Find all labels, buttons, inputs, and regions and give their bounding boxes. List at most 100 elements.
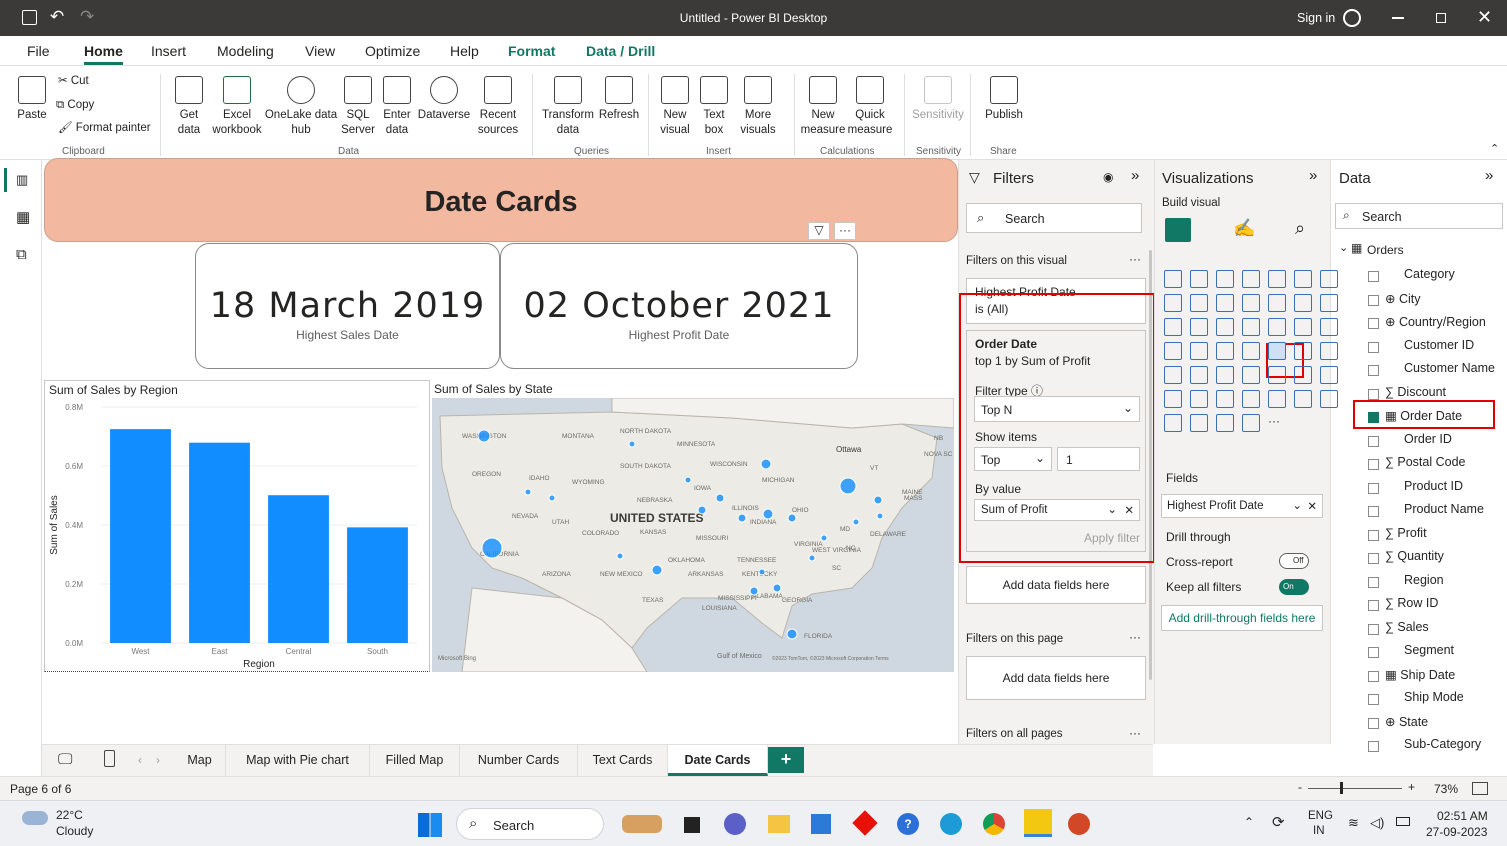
viz-type-icon[interactable] [1268,294,1286,312]
field-checkbox[interactable] [1368,529,1379,541]
fields-well[interactable]: Highest Profit Date ⌄ ✕ [1161,494,1323,518]
map-bubble[interactable] [524,488,532,496]
viz-type-icon[interactable] [1320,342,1338,360]
field-region[interactable]: Region [1404,573,1444,587]
field-product-id[interactable]: Product ID [1404,479,1463,493]
field-sub-category[interactable]: Sub-Category [1404,737,1481,751]
map-bubble[interactable] [873,495,883,505]
viz-type-icon[interactable] [1216,342,1234,360]
field-order-id[interactable]: Order ID [1404,432,1452,446]
tab-text-cards[interactable]: Text Cards [578,745,668,776]
viz-type-icon[interactable] [1164,366,1182,384]
app-icon-2[interactable] [684,817,700,833]
cross-report-toggle[interactable]: Off [1279,553,1309,569]
dataverse-button[interactable]: Dataverse [416,76,472,123]
quick-measure-button[interactable]: Quick measure [846,76,894,138]
field-customer-id[interactable]: Customer ID [1404,338,1474,352]
tab-filled-map[interactable]: Filled Map [370,745,460,776]
language-2[interactable]: IN [1313,825,1325,837]
field-ship-date[interactable]: ▦ Ship Date [1385,667,1455,682]
field-checkbox[interactable] [1368,576,1379,588]
store-icon[interactable] [811,814,831,834]
tab-map[interactable]: Map [174,745,226,776]
viz-type-icon[interactable] [1242,414,1260,432]
field-category[interactable]: Category [1404,267,1455,281]
add-page-button[interactable]: + [768,747,804,773]
field-profit[interactable]: ∑ Profit [1385,526,1427,540]
close-icon[interactable]: ✕ [1477,7,1492,28]
map-bubble[interactable] [839,477,857,495]
restore-icon[interactable] [1436,13,1446,23]
highest-profit-card[interactable]: 02 October 2021 Highest Profit Date [500,243,858,369]
zoom-slider[interactable] [1308,788,1402,789]
viz-type-icon[interactable] [1190,366,1208,384]
field-checkbox[interactable] [1368,435,1379,447]
viz-type-icon[interactable] [1242,342,1260,360]
map-bubble[interactable] [616,552,624,560]
map-bubble[interactable] [481,537,503,559]
tray-chevron-icon[interactable]: ⌃ [1244,815,1254,829]
menu-optimize[interactable]: Optimize [365,43,420,59]
eye-icon[interactable]: ◉ [1103,170,1113,184]
more-options-icon[interactable]: ··· [834,222,856,240]
sensitivity-button[interactable]: Sensitivity [910,76,966,123]
viz-type-icon[interactable] [1190,342,1208,360]
map-bubble[interactable] [852,518,860,526]
field-checkbox[interactable] [1368,459,1379,470]
wifi-icon[interactable]: ≋ [1348,815,1359,831]
battery-icon[interactable] [1396,817,1410,826]
map-bubble[interactable] [684,476,692,484]
field-sales[interactable]: ∑ Sales [1385,620,1429,634]
report-view-icon[interactable] [4,168,7,192]
edge-icon[interactable] [940,813,962,835]
field-checkbox[interactable] [1368,412,1379,423]
menu-insert[interactable]: Insert [151,43,186,59]
map-bubble[interactable] [651,564,663,576]
field-checkbox[interactable] [1368,318,1379,329]
field-row-id[interactable]: ∑ Row ID [1385,596,1438,610]
format-visual-icon[interactable]: ✍ [1233,218,1255,239]
field-city[interactable]: ⊕ City [1385,291,1420,306]
expand-chevron-icon[interactable]: ⌄ [1339,241,1348,254]
onelake-button[interactable]: OneLake data hub [264,76,338,138]
viz-type-icon[interactable] [1268,270,1286,288]
viz-type-icon[interactable] [1164,318,1182,336]
viz-type-icon[interactable] [1190,390,1208,408]
zoom-in-button[interactable]: + [1408,780,1415,794]
map-bubble[interactable] [715,493,725,503]
field-quantity[interactable]: ∑ Quantity [1385,549,1444,563]
field-segment[interactable]: Segment [1404,643,1454,657]
field-checkbox[interactable] [1368,717,1379,729]
map-bubble[interactable] [749,586,759,596]
mobile-layout-icon[interactable] [104,750,115,767]
publish-button[interactable]: Publish [982,76,1026,123]
field-checkbox[interactable] [1368,271,1379,282]
table-view-icon[interactable]: ▦ [16,208,30,226]
viz-type-icon[interactable] [1190,318,1208,336]
explorer-icon[interactable] [768,815,790,833]
field-checkbox[interactable] [1368,294,1379,306]
card-visual-icon[interactable] [1268,342,1286,360]
viz-type-icon[interactable] [1242,366,1260,384]
add-data-fields-visual[interactable]: Add data fields here [966,566,1146,604]
bar-east[interactable] [189,442,250,643]
viz-type-icon[interactable] [1216,414,1234,432]
powerbi-icon[interactable] [1024,809,1052,837]
bar-chart-icon[interactable]: ▥ [16,172,28,188]
enter-data-button[interactable]: Enter data [380,76,414,138]
new-measure-button[interactable]: New measure [800,76,846,138]
menu-file[interactable]: File [27,43,50,59]
viz-type-icon[interactable] [1294,294,1312,312]
taskbar-search[interactable]: ⌕ Search [456,808,604,840]
zoom-out-button[interactable]: - [1298,780,1302,794]
map-bubble[interactable] [876,512,884,520]
map-bubble[interactable] [628,440,636,448]
menu-home[interactable]: Home [84,43,123,65]
viz-type-icon[interactable] [1190,294,1208,312]
viz-type-icon[interactable] [1216,318,1234,336]
viz-type-icon[interactable] [1242,390,1260,408]
viz-type-icon[interactable] [1268,318,1286,336]
map-bubble[interactable] [760,458,772,470]
viz-type-icon[interactable] [1190,414,1208,432]
viz-type-icon[interactable] [1164,414,1182,432]
